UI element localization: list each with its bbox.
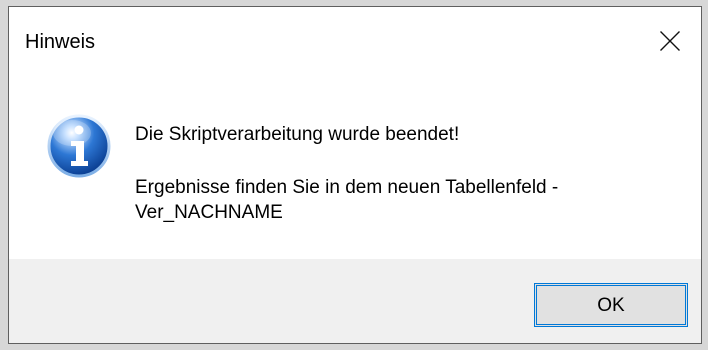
dialog-titlebar[interactable]: Hinweis	[9, 7, 701, 75]
message-line-1: Die Skriptverarbeitung wurde beendet!	[135, 124, 460, 145]
dialog-title: Hinweis	[25, 31, 96, 53]
message-line-2: Ergebnisse finden Sie in dem neuen Tabel…	[135, 177, 559, 223]
close-icon	[660, 31, 680, 51]
information-icon	[47, 114, 111, 178]
dialog-footer: OK	[9, 259, 701, 343]
dialog-content: Die Skriptverarbeitung wurde beendet! Er…	[9, 75, 701, 261]
ok-button[interactable]: OK	[534, 283, 688, 327]
message-dialog: Hinweis Die Skriptverarbeitung wurde bee…	[8, 6, 702, 344]
close-button[interactable]	[639, 7, 701, 75]
